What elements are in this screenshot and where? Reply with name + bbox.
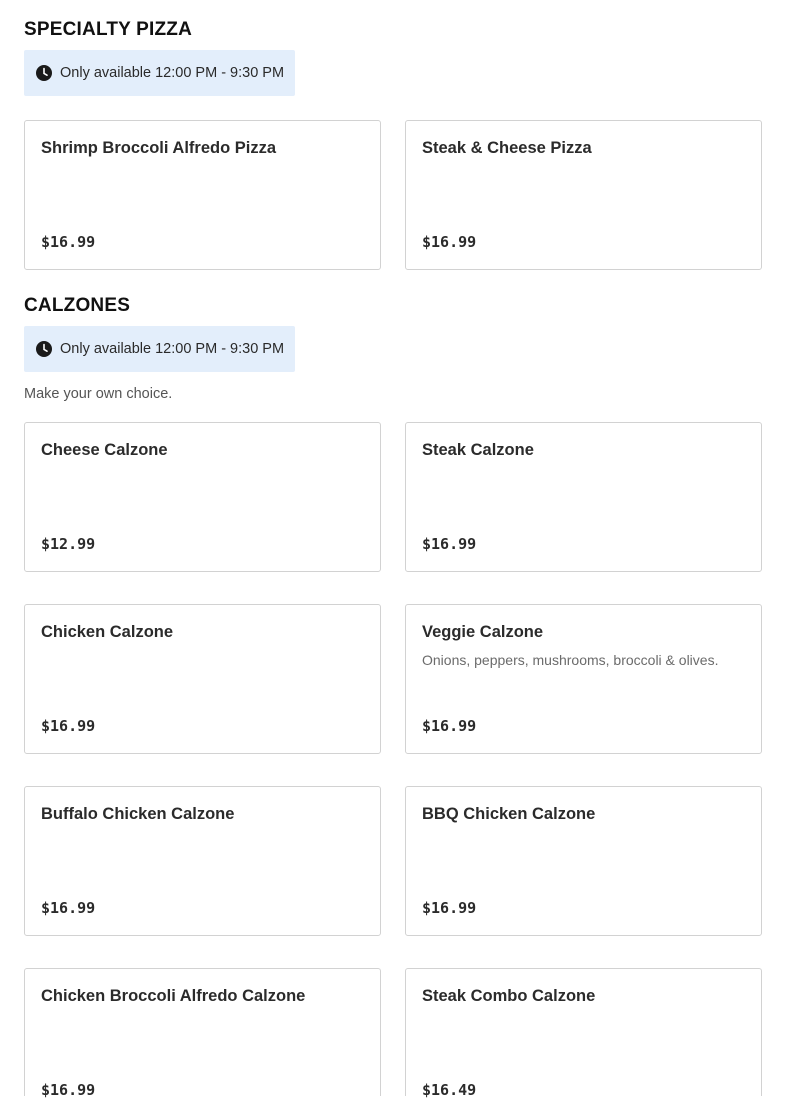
- menu-item-card[interactable]: Shrimp Broccoli Alfredo Pizza $16.99: [24, 120, 381, 270]
- menu-item-price: $12.99: [41, 535, 96, 553]
- menu-item-name: Buffalo Chicken Calzone: [41, 805, 235, 823]
- menu-item-card[interactable]: Chicken Calzone $16.99: [24, 604, 381, 754]
- menu-item-card[interactable]: Steak & Cheese Pizza $16.99: [405, 120, 762, 270]
- menu-item-name: Steak & Cheese Pizza: [422, 139, 592, 157]
- menu-item-card[interactable]: Steak Calzone $16.99: [405, 422, 762, 572]
- menu-item-card[interactable]: Steak Combo Calzone $16.49: [405, 968, 762, 1099]
- menu-item-name: Chicken Broccoli Alfredo Calzone: [41, 987, 306, 1005]
- menu-item-card[interactable]: Buffalo Chicken Calzone $16.99: [24, 786, 381, 936]
- clock-icon: [36, 65, 52, 81]
- section-title-calzones: CALZONES: [24, 295, 131, 316]
- menu-item-name: Veggie Calzone: [422, 623, 544, 641]
- menu-item-price: $16.99: [422, 717, 477, 735]
- menu-item-price: $16.99: [422, 535, 477, 553]
- menu-item-price: $16.49: [422, 1081, 477, 1099]
- menu-item-price: $16.99: [422, 233, 477, 251]
- menu-item-price: $16.99: [41, 899, 96, 917]
- section-title-specialty-pizza: SPECIALTY PIZZA: [24, 19, 193, 40]
- menu-item-price: $16.99: [41, 1081, 96, 1099]
- availability-text: Only available 12:00 PM - 9:30 PM: [60, 341, 285, 357]
- menu-item-card[interactable]: Veggie Calzone Onions, peppers, mushroom…: [405, 604, 762, 754]
- menu-item-name: Shrimp Broccoli Alfredo Pizza: [41, 139, 277, 157]
- menu-item-card[interactable]: Cheese Calzone $12.99: [24, 422, 381, 572]
- menu-item-name: Chicken Calzone: [41, 623, 174, 641]
- availability-banner-specialty: Only available 12:00 PM - 9:30 PM: [24, 50, 295, 96]
- availability-text: Only available 12:00 PM - 9:30 PM: [60, 65, 285, 81]
- menu-item-price: $16.99: [41, 233, 96, 251]
- menu-item-price: $16.99: [422, 899, 477, 917]
- menu-item-name: BBQ Chicken Calzone: [422, 805, 596, 823]
- menu-item-price: $16.99: [41, 717, 96, 735]
- menu-item-card[interactable]: Chicken Broccoli Alfredo Calzone $16.99: [24, 968, 381, 1099]
- menu-item-card[interactable]: BBQ Chicken Calzone $16.99: [405, 786, 762, 936]
- menu-item-description: Onions, peppers, mushrooms, broccoli & o…: [422, 652, 719, 668]
- section-description: Make your own choice.: [24, 386, 173, 402]
- availability-banner-calzones: Only available 12:00 PM - 9:30 PM: [24, 326, 295, 372]
- menu-item-name: Steak Calzone: [422, 441, 534, 459]
- menu-item-name: Cheese Calzone: [41, 441, 168, 459]
- clock-icon: [36, 341, 52, 357]
- menu-item-name: Steak Combo Calzone: [422, 987, 596, 1005]
